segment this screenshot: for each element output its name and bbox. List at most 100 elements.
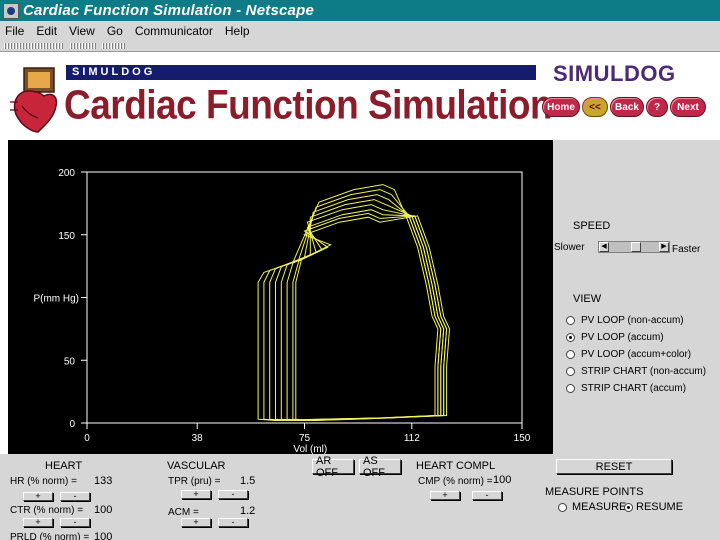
window-title: Cardiac Function Simulation - Netscape	[23, 2, 314, 19]
pv-loop-plot: 200 150 50 0 P(mm Hg) 0 38 75 112 150 Vol (ml)	[8, 140, 553, 454]
view-option[interactable]: PV LOOP (accum)	[566, 332, 664, 343]
title-bar: Cardiac Function Simulation - Netscape	[0, 0, 720, 21]
pv-loop-chart: 200 150 50 0 P(mm Hg) 0 38 75 112 150 Vol (ml)	[33, 168, 531, 454]
acm-plus-button[interactable]: +	[181, 518, 211, 527]
simuldog-logo: SIMULDOG	[553, 61, 676, 86]
measure-label: MEASURE	[572, 501, 627, 513]
tpr-minus-button[interactable]: -	[218, 490, 248, 499]
toolbar-grip[interactable]	[4, 43, 64, 49]
tpr-plus-button[interactable]: +	[181, 490, 211, 499]
x-tick-label: 112	[404, 433, 420, 444]
view-option-radio[interactable]	[566, 384, 575, 393]
view-option-radio[interactable]	[566, 367, 575, 376]
ctr-minus-button[interactable]: -	[60, 518, 90, 527]
home-button[interactable]: Home	[542, 97, 580, 117]
toolbar-grip[interactable]	[70, 43, 96, 49]
menu-item-file[interactable]: File	[5, 24, 24, 38]
heart-title: HEART	[45, 460, 83, 472]
tpr-label: TPR (pru) =	[168, 476, 221, 487]
view-option[interactable]: PV LOOP (non-accum)	[566, 315, 684, 326]
y-axis-label: P(mm Hg)	[33, 294, 79, 305]
vascular-title: VASCULAR	[167, 460, 226, 472]
speed-title: SPEED	[573, 220, 611, 232]
page-title: Cardiac Function Simulation	[64, 82, 553, 128]
slider-thumb[interactable]	[631, 242, 641, 252]
measure-radio[interactable]	[558, 502, 567, 512]
next-button[interactable]: Next	[670, 97, 706, 117]
hr-plus-button[interactable]: +	[23, 492, 53, 501]
hr-value: 133	[94, 475, 113, 487]
pv-loop-trace	[286, 209, 448, 422]
speed-slower-label: Slower	[554, 242, 585, 253]
x-tick-label: 75	[299, 433, 311, 444]
menu-item-edit[interactable]: Edit	[36, 24, 57, 38]
resume-radio[interactable]	[624, 502, 633, 512]
acm-minus-button[interactable]: -	[218, 518, 248, 527]
cmp-plus-button[interactable]: +	[430, 491, 460, 500]
prld-value: 100	[94, 531, 113, 540]
cmp-minus-button[interactable]: -	[472, 491, 502, 500]
netscape-icon	[3, 2, 19, 19]
view-option[interactable]: STRIP CHART (accum)	[566, 383, 686, 394]
reset-button[interactable]: RESET	[556, 459, 672, 474]
view-option-radio[interactable]	[566, 316, 575, 325]
y-tick-label: 50	[64, 356, 76, 367]
page-banner: SIMULDOG Cardiac Function Simulation SIM…	[0, 52, 720, 138]
nav-buttons: Home << Back ? Next	[542, 96, 708, 118]
plot-frame	[86, 171, 523, 424]
view-option-label: STRIP CHART (non-accum)	[581, 366, 707, 377]
y-tick-label: 150	[58, 231, 75, 242]
as-off-button[interactable]: AS OFF	[359, 455, 401, 479]
view-option-label: PV LOOP (non-accum)	[581, 315, 684, 326]
parameter-controls: HEART HR (% norm) = 133 + - CTR (% norm)…	[0, 454, 720, 540]
heart-compl-title: HEART COMPL	[416, 460, 496, 472]
x-tick-label: 150	[514, 433, 531, 444]
cmp-label: CMP (% norm) =	[418, 476, 493, 487]
toolbar-strip	[0, 40, 720, 52]
help-button[interactable]: ?	[646, 97, 668, 117]
menu-bar: File Edit View Go Communicator Help	[0, 21, 720, 40]
view-option-radio[interactable]	[566, 350, 575, 359]
pv-loop-trace	[280, 204, 445, 422]
menu-item-help[interactable]: Help	[225, 24, 250, 38]
brand-strip: SIMULDOG	[66, 65, 536, 80]
resume-label: RESUME	[636, 501, 684, 513]
cmp-value: 100	[493, 474, 512, 486]
measure-points-title: MEASURE POINTS	[545, 486, 644, 498]
menu-item-go[interactable]: Go	[107, 24, 123, 38]
x-tick-label: 0	[84, 433, 90, 444]
heart-monitor-icon	[10, 67, 58, 133]
ar-off-button[interactable]: AR OFF	[312, 455, 354, 479]
hr-minus-button[interactable]: -	[60, 492, 90, 501]
menu-item-view[interactable]: View	[69, 24, 95, 38]
slider-right-arrow[interactable]: ▶	[659, 242, 669, 252]
tpr-value: 1.5	[240, 475, 256, 487]
acm-value: 1.2	[240, 505, 256, 517]
view-option-label: PV LOOP (accum+color)	[581, 349, 692, 360]
toolbar-grip[interactable]	[102, 43, 126, 49]
prld-label: PRLD (% norm) =	[10, 532, 90, 540]
view-option[interactable]: PV LOOP (accum+color)	[566, 349, 691, 360]
slider-left-arrow[interactable]: ◀	[599, 242, 609, 252]
view-option-radio[interactable]	[566, 333, 575, 342]
y-tick-label: 200	[58, 168, 75, 179]
ctr-value: 100	[94, 504, 113, 516]
view-option-label: PV LOOP (accum)	[581, 332, 664, 343]
hr-label: HR (% norm) =	[10, 476, 77, 487]
view-option-label: STRIP CHART (accum)	[581, 383, 687, 394]
ctr-plus-button[interactable]: +	[23, 518, 53, 527]
view-option[interactable]: STRIP CHART (non-accum)	[566, 366, 706, 377]
browser-window: Cardiac Function Simulation - Netscape F…	[0, 0, 720, 540]
resume-option[interactable]: RESUME	[624, 501, 683, 513]
y-tick-label: 0	[69, 419, 75, 430]
speed-slider[interactable]: ◀ ▶	[598, 241, 670, 253]
back-button[interactable]: Back	[610, 97, 644, 117]
measure-option[interactable]: MEASURE	[558, 501, 626, 513]
previous-button[interactable]: <<	[582, 97, 608, 117]
pv-loop-trace	[263, 189, 442, 422]
ctr-label: CTR (% norm) =	[10, 505, 84, 516]
x-tick-label: 38	[192, 433, 204, 444]
x-axis-label: Vol (ml)	[293, 444, 327, 454]
view-title: VIEW	[573, 293, 602, 305]
menu-item-communicator[interactable]: Communicator	[135, 24, 213, 38]
